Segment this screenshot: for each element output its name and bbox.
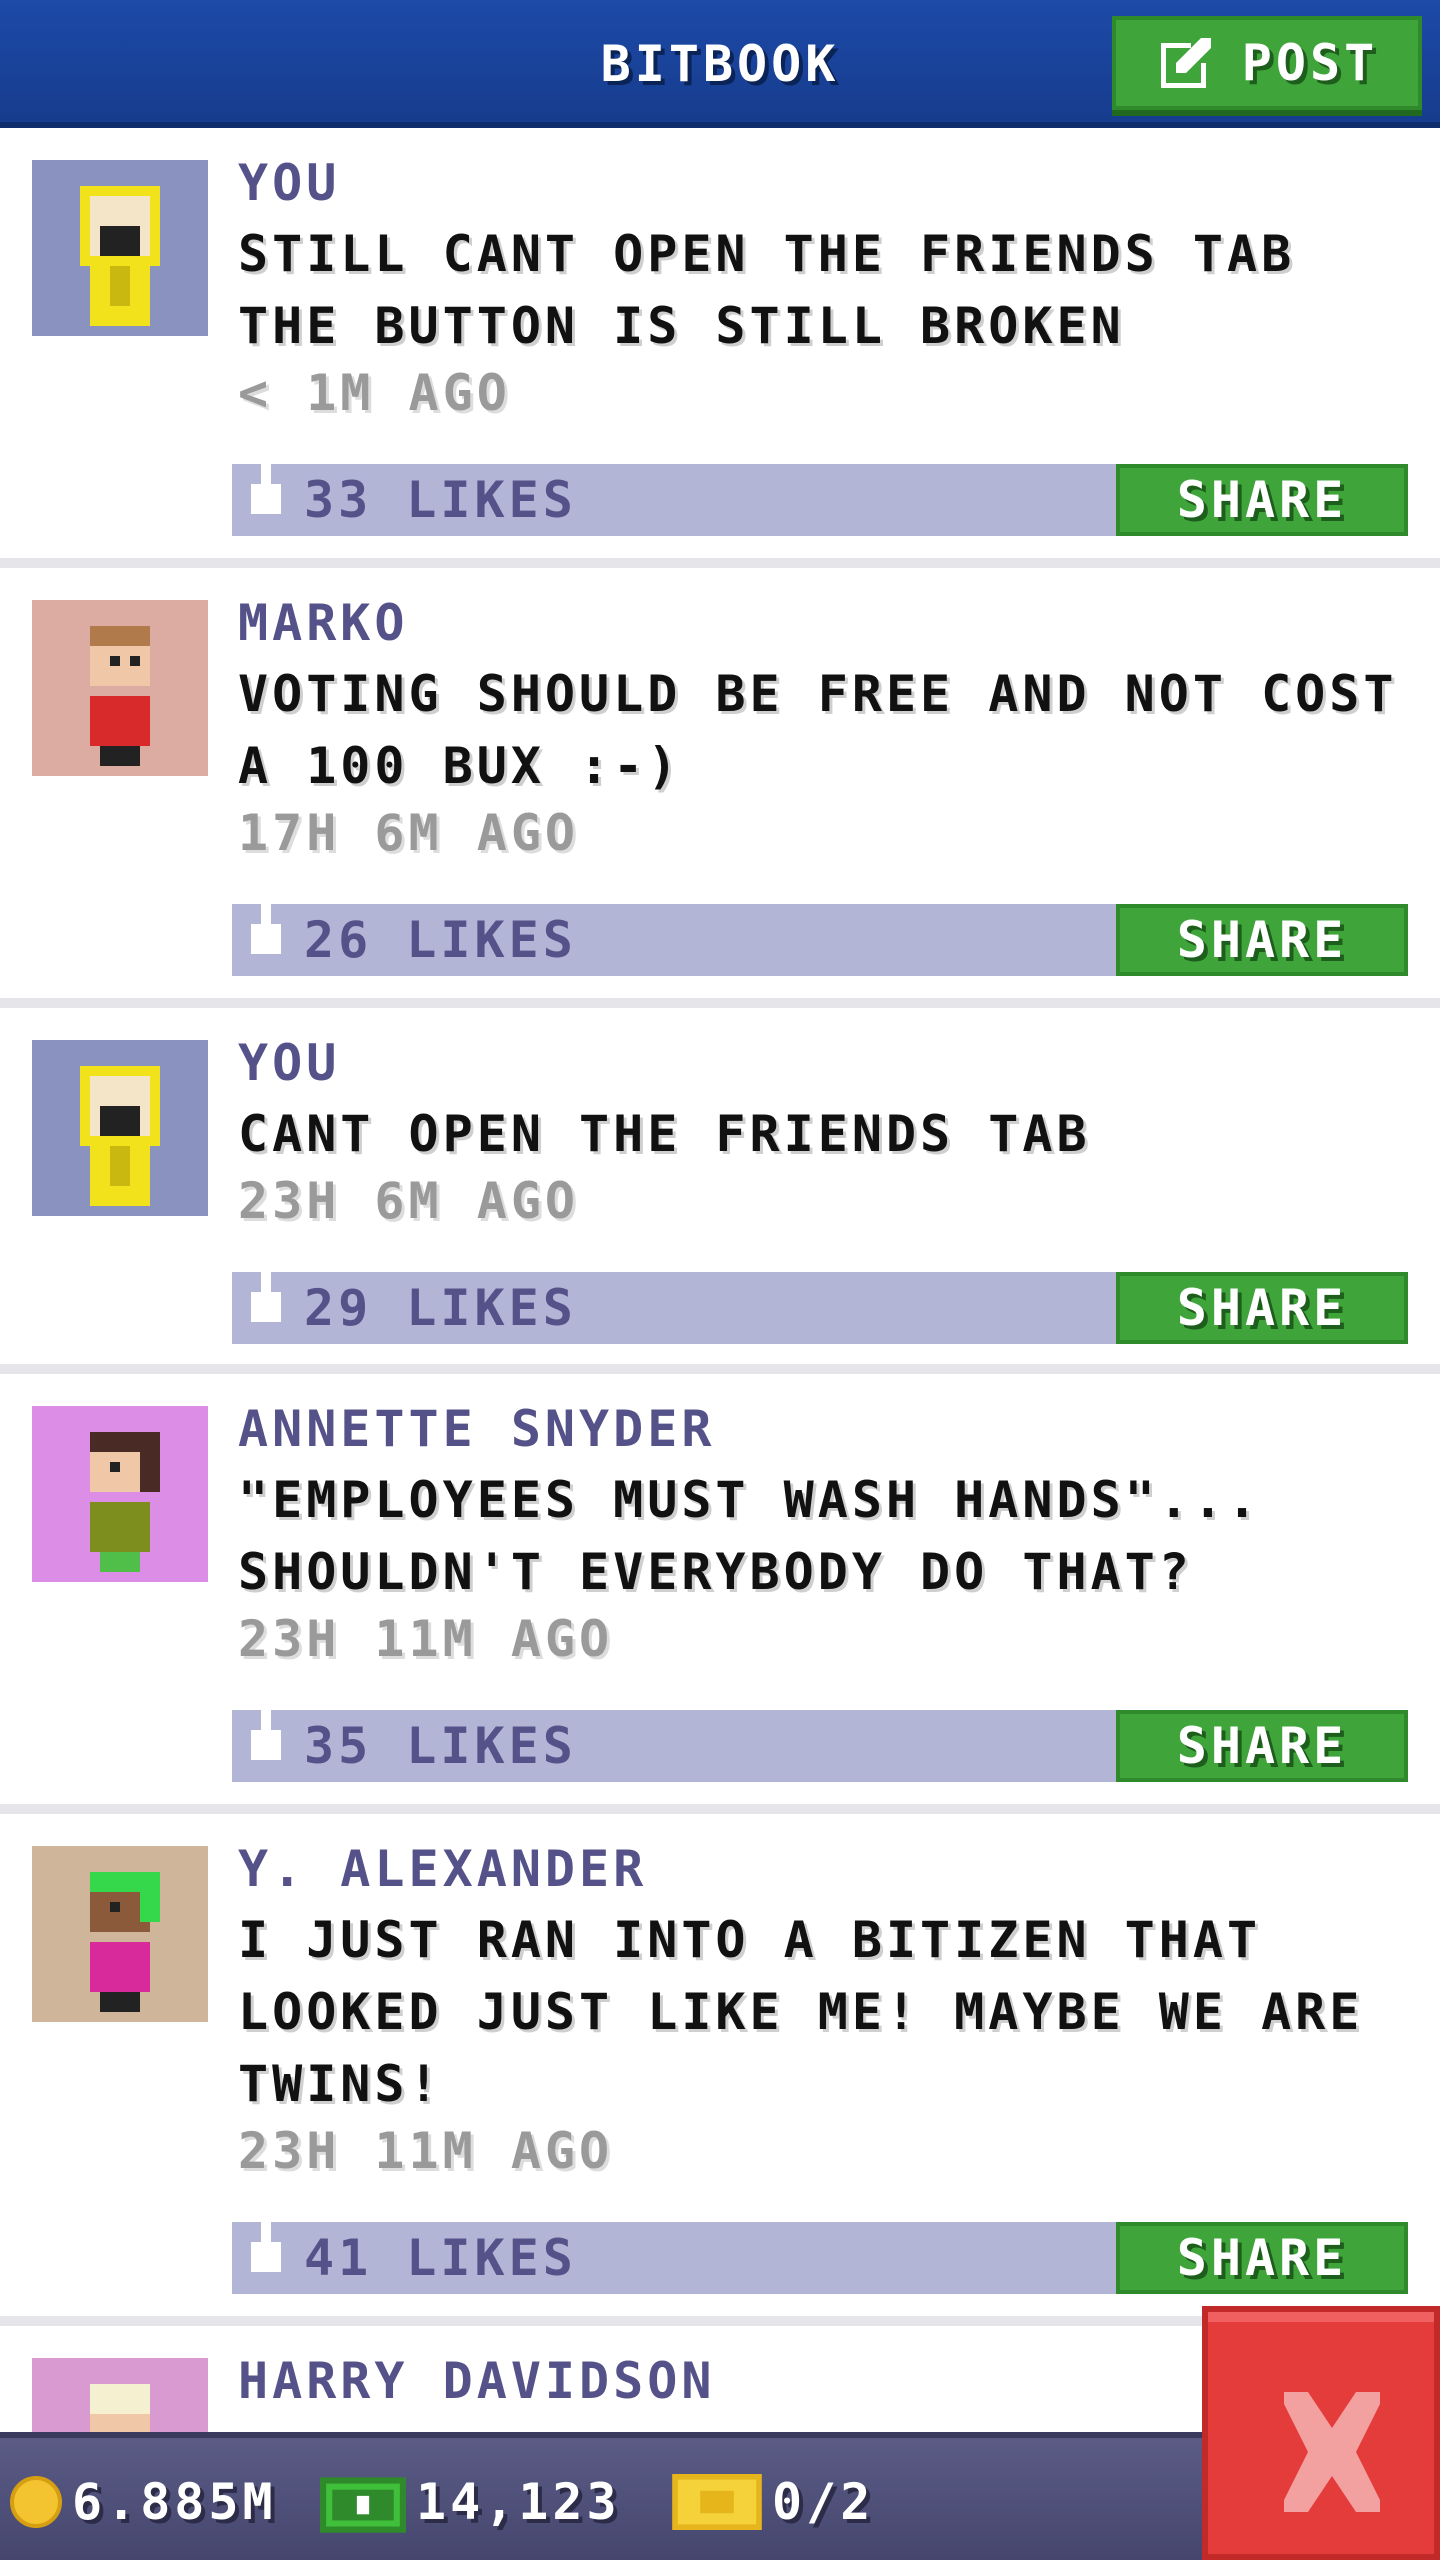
- avatar[interactable]: [32, 600, 208, 776]
- avatar[interactable]: [32, 1846, 208, 2022]
- feed-post: ANNETTE SNYDER "EMPLOYEES MUST WASH HAND…: [0, 1374, 1440, 1814]
- bux-value: 14,123: [416, 2473, 621, 2531]
- post-message: VOTING SHOULD BE FREE AND NOT COST A 100…: [238, 665, 1398, 795]
- post-message: CANT OPEN THE FRIENDS TAB: [238, 1105, 1091, 1163]
- edit-icon: [1156, 33, 1216, 93]
- like-button[interactable]: 33 LIKES: [246, 464, 577, 536]
- feed-post: Y. ALEXANDER I JUST RAN INTO A BITIZEN T…: [0, 1814, 1440, 2326]
- feed-post: YOU STILL CANT OPEN THE FRIENDS TAB THE …: [0, 128, 1440, 568]
- share-button[interactable]: SHARE: [1116, 1710, 1408, 1782]
- like-button[interactable]: 29 LIKES: [246, 1272, 577, 1344]
- share-button[interactable]: SHARE: [1116, 464, 1408, 536]
- like-button[interactable]: 41 LIKES: [246, 2222, 577, 2294]
- like-bar: 26 LIKES SHARE: [232, 904, 1408, 976]
- thumb-up-icon: [246, 464, 286, 536]
- like-bar: 35 LIKES SHARE: [232, 1710, 1408, 1782]
- ticket-icon: [672, 2474, 762, 2530]
- thumb-up-icon: [246, 1272, 286, 1344]
- likes-count: 41 LIKES: [304, 2229, 577, 2287]
- post-author[interactable]: ANNETTE SNYDER: [238, 1400, 715, 1458]
- post-button-label: POST: [1241, 34, 1379, 92]
- feed-post: MARKO VOTING SHOULD BE FREE AND NOT COST…: [0, 568, 1440, 1008]
- post-message: I JUST RAN INTO A BITIZEN THAT LOOKED JU…: [238, 1911, 1364, 2113]
- likes-count: 33 LIKES: [304, 471, 577, 529]
- app-header: BITBOOK POST: [0, 0, 1440, 128]
- bux-stat[interactable]: 14,123: [320, 2438, 621, 2560]
- post-author[interactable]: YOU: [238, 1034, 340, 1092]
- avatar[interactable]: [32, 1406, 208, 1582]
- coin-icon: [10, 2476, 62, 2528]
- post-author[interactable]: HARRY DAVIDSON: [238, 2352, 715, 2410]
- like-button[interactable]: 26 LIKES: [246, 904, 577, 976]
- thumb-up-icon: [246, 904, 286, 976]
- like-bar: 29 LIKES SHARE: [232, 1272, 1408, 1344]
- tickets-value: 0/2: [772, 2473, 875, 2531]
- feed-post: YOU CANT OPEN THE FRIENDS TAB 23H 6M AGO…: [0, 1008, 1440, 1374]
- bux-icon: [320, 2471, 406, 2533]
- post-time: 23H 6M AGO: [238, 1172, 580, 1230]
- post-time: 23H 11M AGO: [238, 1610, 614, 1668]
- post-time: 23H 11M AGO: [238, 2122, 614, 2180]
- close-button[interactable]: [1202, 2306, 1440, 2560]
- post-author[interactable]: MARKO: [238, 594, 409, 652]
- post-time: 17H 6M AGO: [238, 804, 580, 862]
- likes-count: 26 LIKES: [304, 911, 577, 969]
- share-button[interactable]: SHARE: [1116, 1272, 1408, 1344]
- tickets-stat[interactable]: 0/2: [672, 2438, 874, 2560]
- like-button[interactable]: 35 LIKES: [246, 1710, 577, 1782]
- post-button[interactable]: POST: [1112, 16, 1422, 110]
- post-author[interactable]: YOU: [238, 154, 340, 212]
- likes-count: 29 LIKES: [304, 1279, 577, 1337]
- post-time: < 1M AGO: [238, 364, 511, 422]
- thumb-up-icon: [246, 2222, 286, 2294]
- coins-value: 6.885M: [72, 2473, 277, 2531]
- thumb-up-icon: [246, 1710, 286, 1782]
- like-bar: 41 LIKES SHARE: [232, 2222, 1408, 2294]
- avatar[interactable]: [32, 160, 208, 336]
- post-message: STILL CANT OPEN THE FRIENDS TAB THE BUTT…: [238, 225, 1296, 355]
- share-button[interactable]: SHARE: [1116, 904, 1408, 976]
- coins-stat: 6.885M: [10, 2438, 277, 2560]
- avatar[interactable]: [32, 1040, 208, 1216]
- close-icon: [1284, 2392, 1380, 2512]
- likes-count: 35 LIKES: [304, 1717, 577, 1775]
- post-author[interactable]: Y. ALEXANDER: [238, 1840, 647, 1898]
- post-message: "EMPLOYEES MUST WASH HANDS"... SHOULDN'T…: [238, 1471, 1262, 1601]
- like-bar: 33 LIKES SHARE: [232, 464, 1408, 536]
- share-button[interactable]: SHARE: [1116, 2222, 1408, 2294]
